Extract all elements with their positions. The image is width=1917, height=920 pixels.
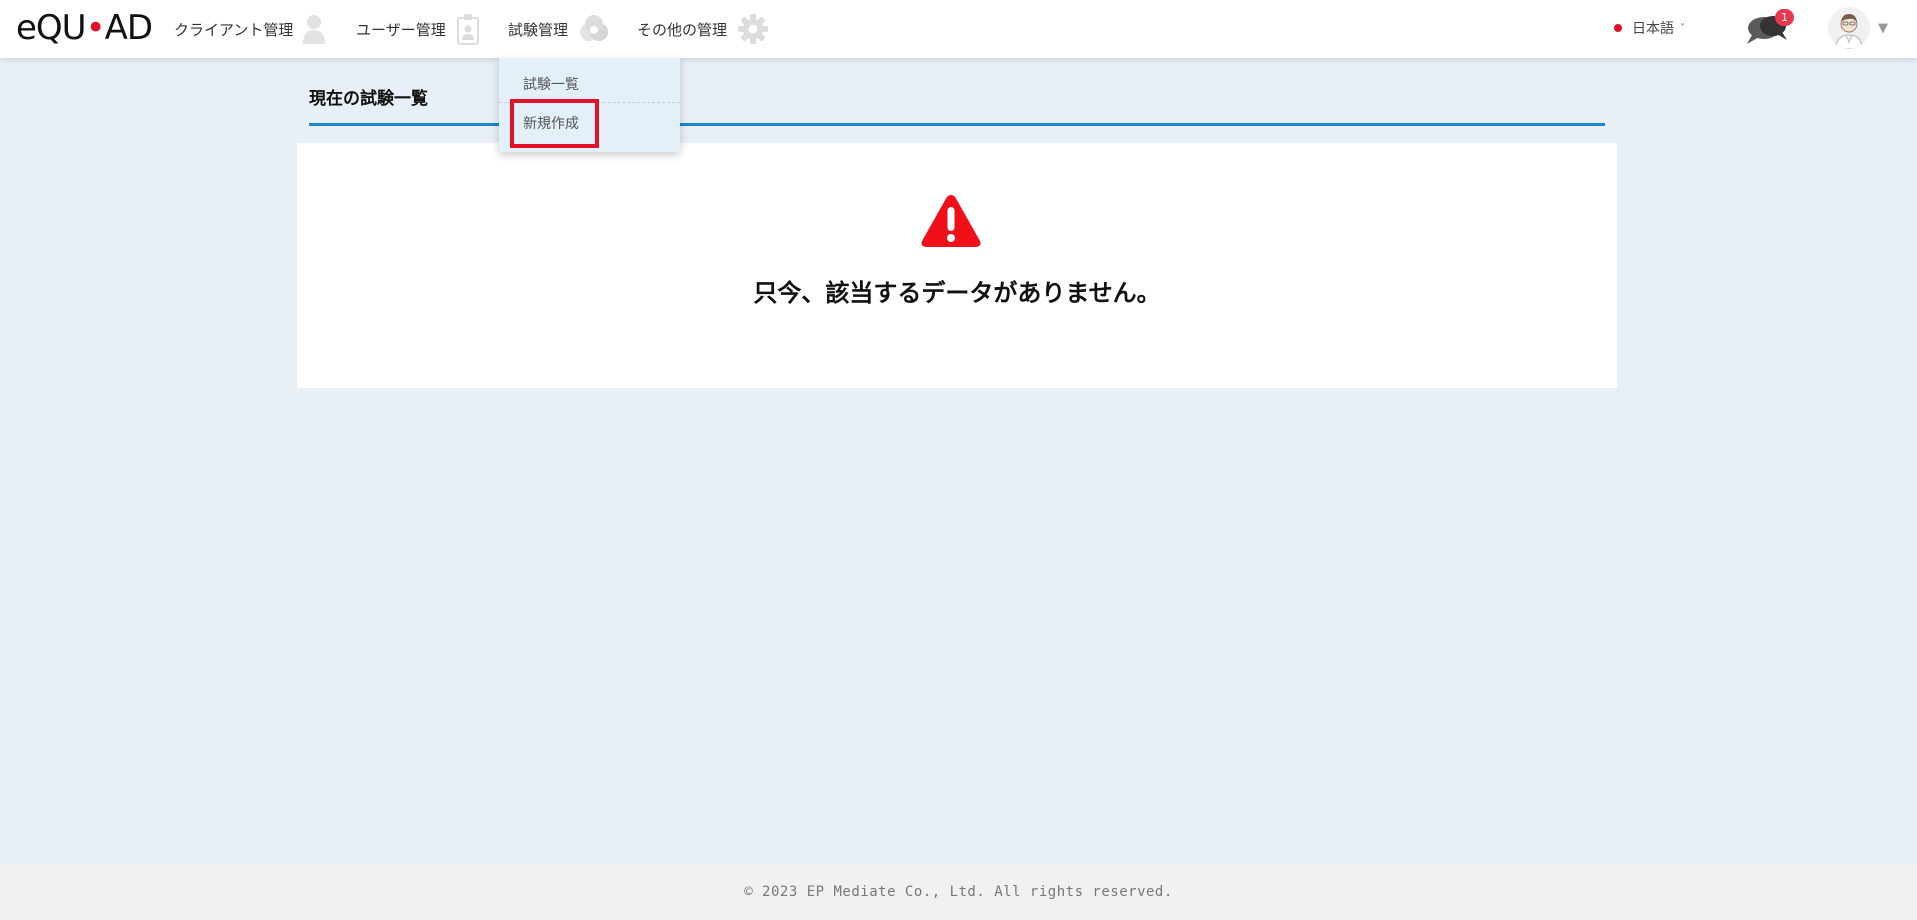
nav-other-management[interactable]: その他の管理 xyxy=(637,0,769,58)
dropdown-item-test-list[interactable]: 試験一覧 xyxy=(499,65,680,103)
nav-client-management[interactable]: クライアント管理 xyxy=(174,0,326,58)
language-label: 日本語 xyxy=(1632,21,1674,37)
dropdown-item-label: 試験一覧 xyxy=(523,76,579,93)
warning-triangle-icon xyxy=(920,193,982,249)
page-title: 現在の試験一覧 xyxy=(309,89,428,109)
empty-state-card: 只今、該当するデータがありません。 xyxy=(297,143,1617,388)
nav-label: その他の管理 xyxy=(637,20,728,39)
nav-label: クライアント管理 xyxy=(174,20,294,39)
dropdown-item-label: 新規作成 xyxy=(523,116,579,132)
nav-label: 試験管理 xyxy=(508,20,569,39)
equad-logo[interactable]: eQU•AD xyxy=(16,8,153,48)
test-management-dropdown: 試験一覧 新規作成 xyxy=(499,58,680,152)
avatar-icon xyxy=(1828,7,1870,49)
id-badge-icon xyxy=(456,13,480,45)
logo-text-suffix: AD xyxy=(104,8,153,48)
user-menu[interactable]: ▼ xyxy=(1828,7,1888,49)
top-navbar: eQU•AD クライアント管理 ユーザー管理 試験管理 その他の管理 日本語 ˅… xyxy=(0,0,1917,58)
footer: © 2023 EP Mediate Co., Ltd. All rights r… xyxy=(0,863,1917,920)
nav-label: ユーザー管理 xyxy=(356,20,446,39)
gear-icon xyxy=(737,13,769,45)
nav-user-management[interactable]: ユーザー管理 xyxy=(356,0,480,58)
caret-down-icon: ▼ xyxy=(1878,20,1888,36)
language-selector[interactable]: 日本語 ˅ xyxy=(1614,18,1685,38)
logo-text-prefix: eQU xyxy=(16,8,87,48)
notification-badge: 1 xyxy=(1775,9,1794,26)
nav-test-management[interactable]: 試験管理 xyxy=(508,0,610,58)
logo-dot: • xyxy=(85,8,106,48)
person-icon xyxy=(303,14,326,44)
dropdown-item-create-new[interactable]: 新規作成 xyxy=(499,104,680,142)
test-tubes-icon xyxy=(578,13,610,45)
chevron-down-icon: ˅ xyxy=(1680,22,1685,34)
japan-flag-icon xyxy=(1614,24,1622,32)
copyright-text: © 2023 EP Mediate Co., Ltd. All rights r… xyxy=(744,883,1173,900)
empty-state-message: 只今、該当するデータがありません。 xyxy=(753,279,1161,307)
